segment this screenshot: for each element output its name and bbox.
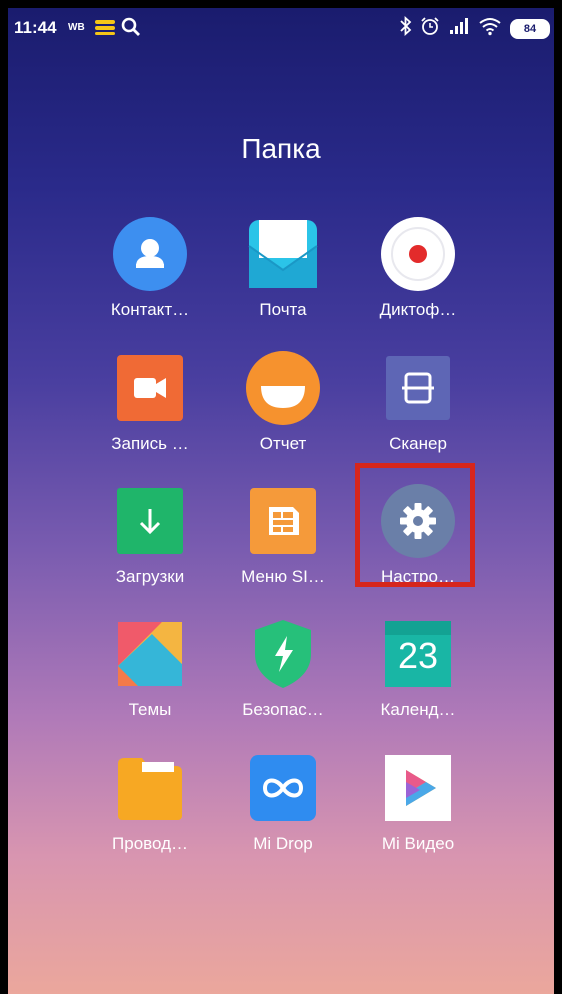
app-contacts[interactable]: Контакт… [90, 216, 210, 320]
app-label: Календ… [380, 700, 456, 719]
app-screen-recorder[interactable]: Запись … [90, 350, 210, 454]
app-downloads[interactable]: Загрузки [90, 483, 210, 587]
app-recorder[interactable]: Диктоф… [358, 216, 478, 320]
app-label: Запись … [111, 434, 189, 453]
app-mi-drop[interactable]: Mi Drop [223, 750, 343, 854]
app-label: Меню SI… [241, 567, 325, 586]
app-themes[interactable]: Темы [90, 616, 210, 720]
file-manager-icon [112, 750, 188, 826]
app-calendar[interactable]: 23 Календ… [358, 616, 478, 720]
app-label: Темы [128, 700, 172, 719]
app-label: Почта [259, 300, 307, 319]
app-label: Диктоф… [379, 300, 457, 319]
recorder-icon [380, 216, 456, 292]
security-icon [245, 616, 321, 692]
app-label: Загрузки [115, 567, 185, 586]
app-label: Отчет [259, 434, 307, 453]
app-mail[interactable]: Почта [223, 216, 343, 320]
app-label: Провод… [112, 834, 188, 853]
mi-video-icon [380, 750, 456, 826]
app-file-manager[interactable]: Провод… [90, 750, 210, 854]
themes-icon [112, 616, 188, 692]
app-label: Сканер [389, 434, 447, 453]
app-label: Безопас… [242, 700, 324, 719]
mail-icon [245, 216, 321, 292]
calendar-icon: 23 [380, 616, 456, 692]
screen-record-icon [112, 350, 188, 426]
app-feedback[interactable]: Отчет [223, 350, 343, 454]
scanner-icon [380, 350, 456, 426]
app-sim-menu[interactable]: Меню SI… [223, 483, 343, 587]
app-scanner[interactable]: Сканер [358, 350, 478, 454]
app-label: Mi Видео [381, 834, 455, 853]
mi-drop-icon [245, 750, 321, 826]
calendar-date: 23 [397, 635, 439, 676]
contacts-icon [112, 216, 188, 292]
sim-menu-icon [245, 483, 321, 559]
downloads-icon [112, 483, 188, 559]
app-security[interactable]: Безопас… [223, 616, 343, 720]
settings-highlight-box [355, 463, 475, 587]
feedback-icon [245, 350, 321, 426]
app-label: Контакт… [110, 300, 190, 319]
app-label: Mi Drop [253, 834, 313, 853]
phone-screen: 11:44 WB 84 Папка Контакт… Почта Диктоф…… [8, 8, 554, 994]
app-mi-video[interactable]: Mi Видео [358, 750, 478, 854]
